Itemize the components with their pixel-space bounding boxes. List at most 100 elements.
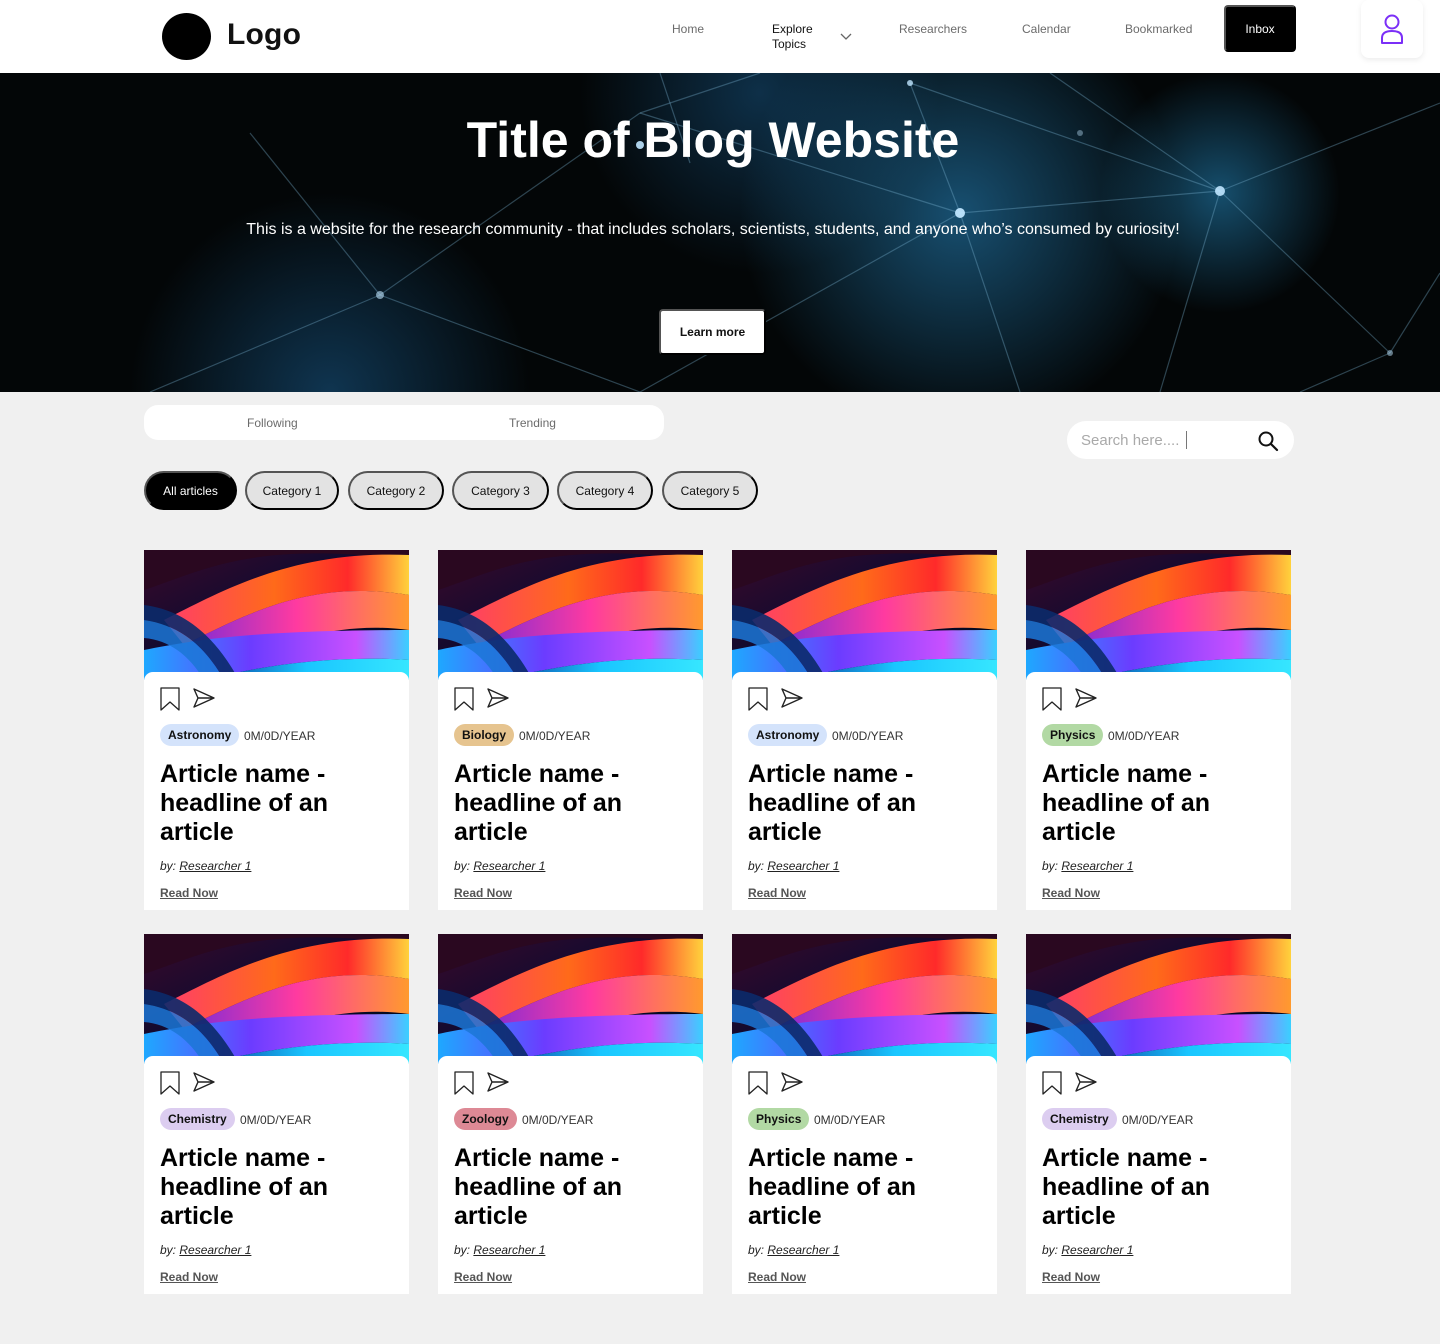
card-body: Physics 0M/0D/YEAR Article name - headli…: [1026, 672, 1291, 910]
logo-text[interactable]: Logo: [227, 18, 301, 52]
bookmark-icon[interactable]: [748, 1071, 768, 1095]
byline-prefix: by:: [160, 859, 177, 873]
read-now-link[interactable]: Read Now: [160, 886, 218, 900]
article-thumbnail: [1026, 550, 1291, 680]
publish-date: 0M/0D/YEAR: [240, 1113, 312, 1127]
topic-tag[interactable]: Physics: [748, 1108, 810, 1130]
share-send-icon[interactable]: [1075, 1072, 1097, 1092]
byline: by: Researcher 1: [160, 859, 251, 873]
share-send-icon[interactable]: [487, 1072, 509, 1092]
byline: by: Researcher 1: [1042, 1243, 1133, 1257]
bookmark-icon[interactable]: [454, 1071, 474, 1095]
publish-date: 0M/0D/YEAR: [1108, 729, 1180, 743]
article-card[interactable]: Physics 0M/0D/YEAR Article name - headli…: [732, 934, 997, 1294]
chip-category-5[interactable]: Category 5: [662, 471, 758, 510]
article-card[interactable]: Biology 0M/0D/YEAR Article name - headli…: [438, 550, 703, 910]
chevron-down-icon[interactable]: [839, 30, 853, 44]
inbox-button[interactable]: Inbox: [1224, 5, 1296, 52]
article-headline[interactable]: Article name - headline of an article: [160, 1144, 400, 1231]
topic-tag[interactable]: Chemistry: [160, 1108, 235, 1130]
byline-prefix: by:: [748, 1243, 765, 1257]
article-headline[interactable]: Article name - headline of an article: [454, 1144, 694, 1231]
article-card[interactable]: Zoology 0M/0D/YEAR Article name - headli…: [438, 934, 703, 1294]
topic-tag[interactable]: Chemistry: [1042, 1108, 1117, 1130]
share-send-icon[interactable]: [781, 688, 803, 708]
author-link[interactable]: Researcher 1: [179, 1243, 251, 1257]
logo-mark[interactable]: [162, 13, 211, 60]
article-headline[interactable]: Article name - headline of an article: [1042, 760, 1282, 847]
chip-category-2[interactable]: Category 2: [348, 471, 444, 510]
author-link[interactable]: Researcher 1: [767, 1243, 839, 1257]
share-send-icon[interactable]: [487, 688, 509, 708]
share-send-icon[interactable]: [781, 1072, 803, 1092]
nav-bookmarked[interactable]: Bookmarked: [1125, 22, 1192, 36]
byline: by: Researcher 1: [454, 1243, 545, 1257]
article-headline[interactable]: Article name - headline of an article: [748, 760, 988, 847]
byline: by: Researcher 1: [748, 1243, 839, 1257]
read-now-link[interactable]: Read Now: [454, 1270, 512, 1284]
article-card[interactable]: Astronomy 0M/0D/YEAR Article name - head…: [144, 550, 409, 910]
bookmark-icon[interactable]: [160, 1071, 180, 1095]
article-card[interactable]: Chemistry 0M/0D/YEAR Article name - head…: [1026, 934, 1291, 1294]
byline: by: Researcher 1: [160, 1243, 251, 1257]
bookmark-icon[interactable]: [160, 687, 180, 711]
topic-tag[interactable]: Astronomy: [160, 724, 240, 746]
tab-trending[interactable]: Trending: [509, 416, 556, 430]
card-body: Astronomy 0M/0D/YEAR Article name - head…: [144, 672, 409, 910]
hero-subtitle: This is a website for the research commu…: [246, 221, 1180, 238]
feed-tabs: Following Trending: [144, 405, 664, 440]
nav-home[interactable]: Home: [672, 22, 704, 36]
read-now-link[interactable]: Read Now: [454, 886, 512, 900]
read-now-link[interactable]: Read Now: [160, 1270, 218, 1284]
read-now-link[interactable]: Read Now: [1042, 886, 1100, 900]
nav-explore-topics[interactable]: Explore Topics: [772, 22, 832, 52]
author-link[interactable]: Researcher 1: [473, 1243, 545, 1257]
bookmark-icon[interactable]: [1042, 1071, 1062, 1095]
share-send-icon[interactable]: [193, 1072, 215, 1092]
topic-tag[interactable]: Astronomy: [748, 724, 828, 746]
nav-explore-line2: Topics: [772, 37, 807, 51]
read-now-link[interactable]: Read Now: [748, 1270, 806, 1284]
author-link[interactable]: Researcher 1: [473, 859, 545, 873]
byline: by: Researcher 1: [454, 859, 545, 873]
article-card[interactable]: Chemistry 0M/0D/YEAR Article name - head…: [144, 934, 409, 1294]
read-now-link[interactable]: Read Now: [1042, 1270, 1100, 1284]
search-icon[interactable]: [1257, 430, 1279, 452]
search-bar: [1067, 421, 1294, 459]
author-link[interactable]: Researcher 1: [1061, 859, 1133, 873]
author-link[interactable]: Researcher 1: [179, 859, 251, 873]
article-card[interactable]: Astronomy 0M/0D/YEAR Article name - head…: [732, 550, 997, 910]
article-thumbnail: [732, 550, 997, 680]
article-headline[interactable]: Article name - headline of an article: [1042, 1144, 1282, 1231]
article-headline[interactable]: Article name - headline of an article: [748, 1144, 988, 1231]
chip-category-3[interactable]: Category 3: [452, 471, 549, 510]
byline: by: Researcher 1: [748, 859, 839, 873]
topic-tag[interactable]: Physics: [1042, 724, 1104, 746]
article-headline[interactable]: Article name - headline of an article: [160, 760, 400, 847]
author-link[interactable]: Researcher 1: [1061, 1243, 1133, 1257]
bookmark-icon[interactable]: [748, 687, 768, 711]
chip-category-4[interactable]: Category 4: [557, 471, 653, 510]
nav-calendar[interactable]: Calendar: [1022, 22, 1071, 36]
chip-all-articles[interactable]: All articles: [144, 471, 237, 510]
learn-more-button[interactable]: Learn more: [659, 309, 766, 355]
author-link[interactable]: Researcher 1: [767, 859, 839, 873]
tab-following[interactable]: Following: [247, 416, 298, 430]
byline-prefix: by:: [748, 859, 765, 873]
search-input[interactable]: [1081, 430, 1231, 450]
topic-tag[interactable]: Biology: [454, 724, 514, 746]
article-thumbnail: [438, 934, 703, 1064]
nav-researchers[interactable]: Researchers: [899, 22, 967, 36]
share-send-icon[interactable]: [1075, 688, 1097, 708]
topic-tag[interactable]: Zoology: [454, 1108, 517, 1130]
bookmark-icon[interactable]: [454, 687, 474, 711]
bookmark-icon[interactable]: [1042, 687, 1062, 711]
article-card[interactable]: Physics 0M/0D/YEAR Article name - headli…: [1026, 550, 1291, 910]
read-now-link[interactable]: Read Now: [748, 886, 806, 900]
chip-category-1[interactable]: Category 1: [245, 471, 339, 510]
profile-button[interactable]: [1361, 0, 1423, 58]
card-body: Chemistry 0M/0D/YEAR Article name - head…: [1026, 1056, 1291, 1294]
text-cursor: [1186, 431, 1187, 449]
article-headline[interactable]: Article name - headline of an article: [454, 760, 694, 847]
share-send-icon[interactable]: [193, 688, 215, 708]
